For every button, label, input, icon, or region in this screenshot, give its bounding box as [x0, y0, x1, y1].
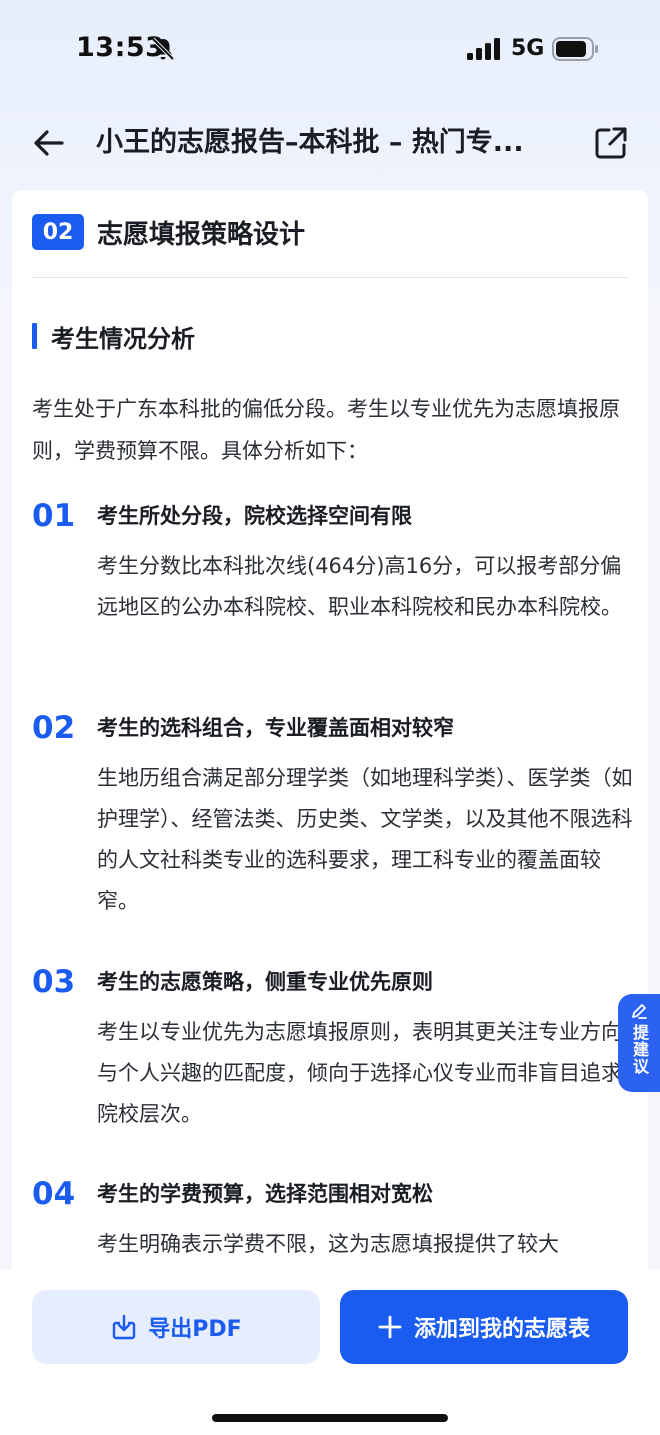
report-card: 02 志愿填报策略设计 考生情况分析 考生处于广东本科批的偏低分段。考生以专业优… [12, 190, 648, 1290]
point-title: 考生的志愿策略，侧重专业优先原则 [97, 970, 433, 994]
point-body: 生地历组合满足部分理学类（如地理科学类）、医学类（如护理学）、经管法类、历史类、… [97, 766, 633, 913]
suggestion-tab[interactable]: 提建议 [618, 994, 660, 1092]
point-body: 考生以专业优先为志愿填报原则，表明其更关注专业方向与个人兴趣的匹配度，倾向于选择… [97, 1020, 622, 1126]
battery-icon [552, 37, 598, 61]
point-number: 03 [32, 964, 76, 1000]
point-number: 01 [32, 498, 76, 534]
point-body: 考生分数比本科批次线(464分)高16分，可以报考部分偏远地区的公办本科院校、职… [97, 554, 622, 619]
plus-icon [378, 1315, 402, 1339]
section-badge: 02 [32, 214, 84, 250]
status-bar: 13:53 5G [0, 0, 660, 96]
export-label: 导出PDF [148, 1317, 242, 1342]
signal-icon [467, 38, 500, 60]
add-label: 添加到我的志愿表 [413, 1317, 590, 1342]
back-arrow-icon[interactable] [30, 124, 68, 162]
point-number: 04 [32, 1176, 76, 1212]
screen: 13:53 5G 小王的志愿报告–本科批 – 热门专... 02 志愿填报策略设… [0, 0, 660, 1435]
subsection-accent-bar [32, 323, 37, 349]
point-body: 考生明确表示学费不限，这为志愿填报提供了较大 [97, 1232, 559, 1256]
section-header: 02 志愿填报策略设计 [32, 212, 305, 252]
add-to-list-button[interactable]: 添加到我的志愿表 [340, 1290, 628, 1364]
export-pdf-button[interactable]: 导出PDF [32, 1290, 320, 1364]
download-icon [113, 1314, 136, 1340]
point-number: 02 [32, 710, 76, 746]
network-label: 5G [511, 36, 545, 61]
page-title: 小王的志愿报告–本科批 – 热门专... [96, 127, 524, 158]
subsection-title: 考生情况分析 [51, 324, 195, 353]
pencil-icon [632, 1004, 647, 1019]
intro-text: 考生处于广东本科批的偏低分段。考生以专业优先为志愿填报原则，学费预算不限。具体分… [32, 397, 620, 463]
bell-slash-icon [151, 37, 175, 61]
point-title: 考生的学费预算，选择范围相对宽松 [97, 1182, 433, 1206]
home-indicator [212, 1414, 448, 1422]
point-title: 考生所处分段，院校选择空间有限 [97, 504, 412, 528]
header: 小王的志愿报告–本科批 – 热门专... [0, 104, 660, 184]
share-icon[interactable] [592, 124, 630, 162]
bottom-action-bar: 导出PDF 添加到我的志愿表 [0, 1270, 660, 1435]
point-title: 考生的选科组合，专业覆盖面相对较窄 [97, 716, 454, 740]
divider [32, 277, 628, 278]
subsection-header: 考生情况分析 [32, 318, 195, 354]
suggestion-label: 提建议 [630, 1024, 649, 1075]
section-title: 志愿填报策略设计 [97, 219, 306, 250]
